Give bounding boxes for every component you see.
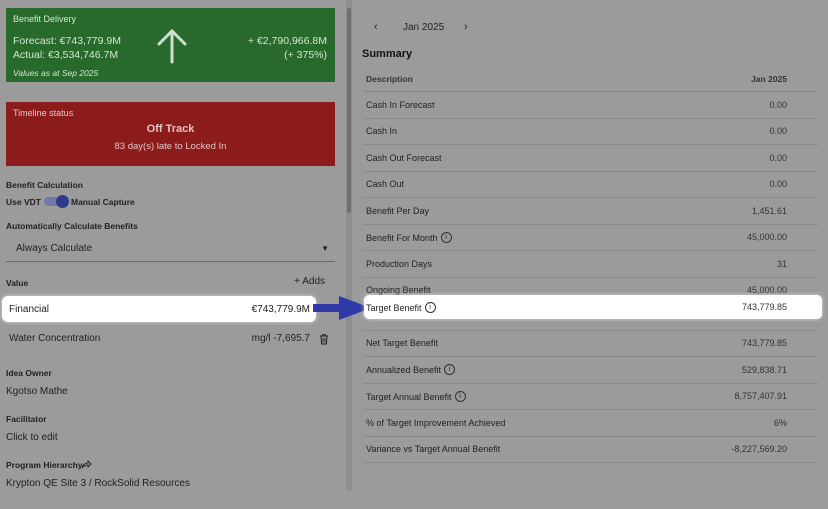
month-label: Jan 2025 — [403, 22, 445, 33]
forecast-value: Forecast: €743,779.9M — [13, 35, 121, 47]
table-row: Variance vs Target Annual Benefit -8,227,… — [363, 436, 818, 463]
value-row-name: Financial — [9, 304, 50, 315]
table-row: Cash Out 0.00 — [363, 171, 818, 198]
row-desc: Annualized Benefit — [366, 365, 442, 376]
benefit-calc-toggle[interactable] — [44, 195, 69, 208]
benefit-delivery-card[interactable]: Benefit Delivery Forecast: €743,779.9M A… — [6, 8, 335, 82]
row-desc: Variance vs Target Annual Benefit — [363, 436, 647, 463]
actual-value: Actual: €3,534,746.7M — [13, 49, 119, 61]
row-value: 529,838.71 — [646, 356, 818, 384]
table-row: Cash In 0.00 — [363, 118, 818, 145]
row-value: 45,000.00 — [646, 224, 818, 251]
table-row: Benefit Per Day 1,451.61 — [363, 197, 818, 225]
col-description: Description — [363, 66, 647, 92]
value-row-name[interactable]: Water Concentration — [9, 333, 100, 344]
benefit-calculation-heading: Benefit Calculation — [6, 180, 83, 190]
timeline-status-label: Timeline status — [13, 108, 74, 118]
auto-calc-select[interactable]: Always Calculate ▼ — [6, 239, 335, 262]
table-row: Benefit For Month i 45,000.00 — [363, 224, 818, 251]
value-heading: Value — [6, 278, 29, 288]
left-panel: Benefit Delivery Forecast: €743,779.9M A… — [0, 0, 340, 509]
table-row: Target Annual Benefit i 8,757,407.91 — [363, 383, 818, 410]
summary-title: Summary — [362, 48, 413, 60]
row-desc: % of Target Improvement Achieved — [363, 409, 647, 437]
benefit-delta: + €2,790,966.8M — [247, 35, 327, 47]
auto-calc-heading: Automatically Calculate Benefits — [6, 221, 138, 231]
row-value: 743,779.85 — [741, 302, 787, 312]
row-desc: Cash In Forecast — [363, 91, 647, 119]
timeline-status-value: Off Track — [146, 123, 195, 135]
row-desc: Cash Out — [363, 171, 647, 198]
facilitator-heading: Facilitator — [6, 414, 47, 424]
timeline-status-card[interactable]: Timeline status Off Track 83 day(s) late… — [6, 102, 335, 166]
add-value-button[interactable]: + Adds — [294, 276, 325, 287]
row-desc: Net Target Benefit — [363, 330, 647, 357]
chevron-left-icon[interactable]: ‹ — [374, 21, 378, 33]
row-value: 31 — [646, 250, 818, 278]
timeline-status-detail: 83 day(s) late to Locked In — [114, 141, 227, 152]
row-desc: Target Benefit — [366, 303, 422, 313]
row-desc: Target Annual Benefit — [366, 391, 452, 402]
toggle-right-label: Manual Capture — [71, 197, 135, 207]
table-row: Annualized Benefit i 529,838.71 — [363, 356, 818, 384]
row-value: -8,227,569.20 — [646, 436, 818, 463]
row-value: 6% — [646, 409, 818, 437]
value-row-value: mg/l -7,695.7 — [251, 333, 310, 344]
idea-owner-value[interactable]: Kgotso Mathe — [6, 386, 68, 397]
summary-table: Description Jan 2025 Cash In Forecast 0.0… — [363, 66, 818, 463]
info-icon[interactable]: i — [424, 302, 436, 313]
summary-header-row: Description Jan 2025 — [363, 66, 818, 92]
caret-down-icon: ▼ — [321, 244, 329, 253]
program-hierarchy-heading: Program Hierarchy — [6, 460, 83, 470]
auto-calc-selected: Always Calculate — [16, 243, 93, 254]
value-row-value: €743,779.9M — [251, 304, 310, 315]
row-value: 8,757,407.91 — [646, 383, 818, 410]
table-row: Cash Out Forecast 0.00 — [363, 144, 818, 172]
row-value: 0.00 — [646, 91, 818, 119]
values-as-at: Values as at Sep 2025 — [13, 68, 99, 78]
benefit-delta-pct: (+ 375%) — [284, 49, 327, 61]
value-row-financial[interactable]: Financial €743,779.9M — [2, 296, 316, 322]
row-desc: Benefit Per Day — [363, 197, 647, 225]
toggle-knob — [56, 195, 69, 208]
row-desc: Benefit For Month — [366, 232, 438, 243]
info-icon[interactable]: i — [444, 364, 456, 376]
program-hierarchy-value: Krypton QE Site 3 / RockSolid Resources — [6, 478, 190, 489]
table-row: Cash In Forecast 0.00 — [363, 91, 818, 119]
share-icon[interactable] — [81, 459, 92, 470]
row-desc: Cash In — [363, 118, 647, 145]
idea-owner-heading: Idea Owner — [6, 368, 52, 378]
row-value: 0.00 — [646, 171, 818, 198]
benefit-delivery-label: Benefit Delivery — [13, 14, 77, 24]
row-desc: Production Days — [363, 250, 647, 278]
table-row: Net Target Benefit 743,779.85 — [363, 330, 818, 357]
trash-icon[interactable] — [318, 333, 330, 345]
toggle-left-label: Use VDT — [6, 197, 41, 207]
chevron-right-icon[interactable]: › — [464, 21, 468, 33]
info-icon[interactable]: i — [454, 390, 466, 402]
facilitator-edit[interactable]: Click to edit — [6, 432, 58, 443]
summary-row-target-benefit[interactable]: Target Benefit i 743,779.85 — [364, 295, 822, 319]
col-month: Jan 2025 — [646, 66, 818, 92]
table-row: Production Days 31 — [363, 250, 818, 278]
info-icon[interactable]: i — [440, 231, 452, 243]
row-value: 0.00 — [646, 118, 818, 145]
scrollbar-thumb[interactable] — [347, 8, 351, 213]
arrow-up-icon — [157, 28, 187, 64]
table-row: % of Target Improvement Achieved 6% — [363, 409, 818, 437]
row-value: 743,779.85 — [646, 330, 818, 357]
right-panel: ‹ Jan 2025 › Summary Description Jan 202… — [352, 0, 828, 509]
row-value: 0.00 — [646, 144, 818, 172]
row-desc: Cash Out Forecast — [363, 144, 647, 172]
row-value: 1,451.61 — [646, 197, 818, 225]
